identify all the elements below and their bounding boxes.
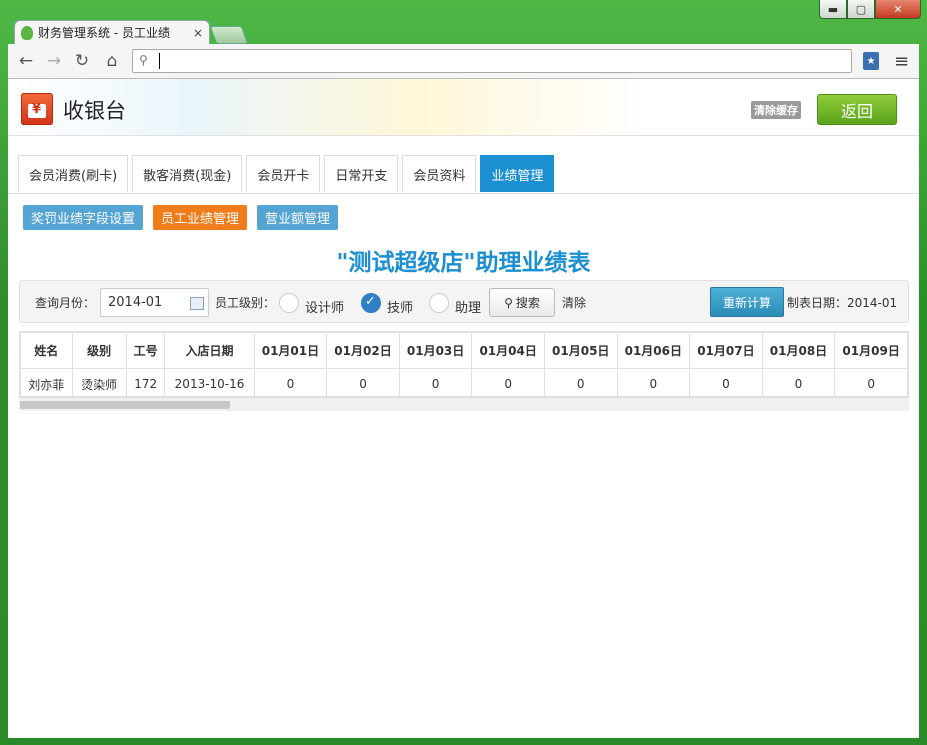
calendar-icon[interactable] (190, 297, 204, 310)
address-bar[interactable]: ⚲ (132, 49, 852, 73)
maximize-button[interactable]: ▢ (847, 0, 875, 19)
back-arrow-icon[interactable]: ← (16, 51, 36, 71)
radio-technician[interactable] (361, 293, 381, 313)
column-header: 01月05日 (543, 332, 618, 369)
column-header: 入店日期 (164, 332, 255, 369)
month-input[interactable]: 2014-01 (100, 288, 209, 317)
tab-performance[interactable]: 业绩管理 (480, 155, 555, 192)
browser-menu-icon[interactable]: ≡ (894, 51, 909, 72)
column-header: 01月02日 (326, 332, 400, 369)
radio-assistant-label: 助理 (455, 301, 482, 316)
app-title: 收银台 (63, 99, 126, 123)
cell-day-value: 0 (616, 368, 691, 396)
cell-join-date: 2013-10-16 (164, 368, 255, 396)
cell-day-value: 0 (834, 368, 908, 396)
cell-day-value: 0 (543, 368, 618, 396)
radio-assistant[interactable] (429, 293, 449, 313)
tab-member-profile[interactable]: 会员资料 (402, 155, 477, 192)
column-header: 01月03日 (398, 332, 473, 369)
cell-day-value: 0 (253, 368, 328, 396)
reload-icon[interactable]: ↻ (72, 51, 92, 71)
search-button-label: 搜索 (515, 296, 540, 310)
cash-register-logo-icon (21, 93, 53, 125)
report-title: "测试超级店"助理业绩表 (336, 250, 591, 276)
staff-level-label: 员工级别： (215, 296, 276, 310)
cell-day-value: 0 (689, 368, 763, 396)
month-label: 查询月份： (35, 296, 96, 310)
cell-level: 烫染师 (71, 368, 127, 396)
app-header: 收银台 清除缓存 返回 (8, 79, 919, 136)
search-button[interactable]: ⚲ 搜索 (489, 288, 555, 317)
column-header: 01月08日 (761, 332, 836, 369)
column-header: 01月04日 (471, 332, 545, 369)
bookmark-star-icon[interactable]: ★ (863, 52, 879, 70)
table-header-row: 姓名 级别 工号 入店日期 01月01日 01月02日 01月03日 01月04… (20, 332, 908, 369)
tab-walkin-cash-consume[interactable]: 散客消费(现金) (132, 155, 243, 192)
radio-designer-label: 设计师 (305, 301, 345, 316)
column-header: 01月07日 (689, 332, 763, 369)
tabs-divider (8, 193, 919, 194)
cell-day-value: 0 (761, 368, 836, 396)
radio-designer[interactable] (279, 293, 299, 313)
main-tabs: 会员消费(刷卡) 散客消费(现金) 会员开卡 日常开支 会员资料 业绩管理 (18, 155, 558, 193)
return-button[interactable]: 返回 (817, 94, 897, 125)
staff-performance-button[interactable]: 员工业绩管理 (153, 205, 248, 230)
tab-member-card-consume[interactable]: 会员消费(刷卡) (18, 155, 129, 192)
magnifier-icon: ⚲ (504, 295, 513, 310)
performance-table: 姓名 级别 工号 入店日期 01月01日 01月02日 01月03日 01月04… (20, 332, 908, 396)
horizontal-scrollbar[interactable] (19, 397, 909, 411)
browser-window: ▬ ▢ ✕ 财务管理系统 - 员工业绩 × ← → ↻ ⌂ ⚲ ★ ≡ 收银台 … (0, 0, 927, 745)
forward-arrow-icon[interactable]: → (44, 51, 64, 71)
browser-tab-title: 财务管理系统 - 员工业绩 (38, 26, 170, 40)
column-header: 01月06日 (616, 332, 691, 369)
favicon-icon (21, 25, 33, 40)
clear-cache-button[interactable]: 清除缓存 (751, 101, 801, 119)
tab-daily-expense[interactable]: 日常开支 (324, 155, 399, 192)
column-header: 工号 (125, 332, 166, 369)
close-tab-icon[interactable]: × (193, 26, 203, 40)
performance-table-wrapper: 姓名 级别 工号 入店日期 01月01日 01月02日 01月03日 01月04… (19, 331, 909, 397)
cell-employee-id: 172 (125, 368, 166, 396)
column-header: 姓名 (20, 332, 73, 369)
minimize-button[interactable]: ▬ (819, 0, 847, 19)
column-header: 级别 (71, 332, 127, 369)
cell-name: 刘亦菲 (20, 368, 73, 396)
month-value: 2014-01 (108, 295, 163, 310)
search-icon: ⚲ (139, 53, 148, 67)
home-icon[interactable]: ⌂ (102, 51, 122, 71)
scrollbar-thumb[interactable] (20, 401, 230, 409)
close-window-button[interactable]: ✕ (875, 0, 921, 19)
revenue-management-button[interactable]: 营业额管理 (257, 205, 339, 230)
report-date: 制表日期：2014-01 (787, 296, 898, 310)
reward-penalty-settings-button[interactable]: 奖罚业绩字段设置 (23, 205, 144, 230)
sub-navigation: 奖罚业绩字段设置 员工业绩管理 营业额管理 (23, 205, 348, 230)
clear-filter-link[interactable]: 清除 (562, 294, 586, 311)
browser-tab[interactable]: 财务管理系统 - 员工业绩 × (14, 20, 210, 44)
text-caret (159, 53, 160, 69)
cell-day-value: 0 (471, 368, 545, 396)
new-tab-button[interactable] (209, 26, 249, 44)
radio-technician-label: 技师 (387, 301, 414, 316)
recalculate-button[interactable]: 重新计算 (710, 287, 784, 317)
tab-member-open-card[interactable]: 会员开卡 (246, 155, 321, 192)
window-controls: ▬ ▢ ✕ (819, 0, 921, 20)
column-header: 01月09日 (834, 332, 908, 369)
filter-bar: 查询月份： 2014-01 员工级别： 设计师 技师 助理 ⚲ 搜索 清除 重新… (19, 280, 909, 323)
cell-day-value: 0 (326, 368, 400, 396)
browser-toolbar: ← → ↻ ⌂ ⚲ ★ ≡ (8, 44, 919, 79)
table-row[interactable]: 刘亦菲 烫染师 172 2013-10-16 0 0 0 0 0 0 0 0 0 (20, 368, 908, 396)
page-content: 收银台 清除缓存 返回 会员消费(刷卡) 散客消费(现金) 会员开卡 日常开支 … (8, 79, 919, 738)
cell-day-value: 0 (398, 368, 473, 396)
column-header: 01月01日 (253, 332, 328, 369)
